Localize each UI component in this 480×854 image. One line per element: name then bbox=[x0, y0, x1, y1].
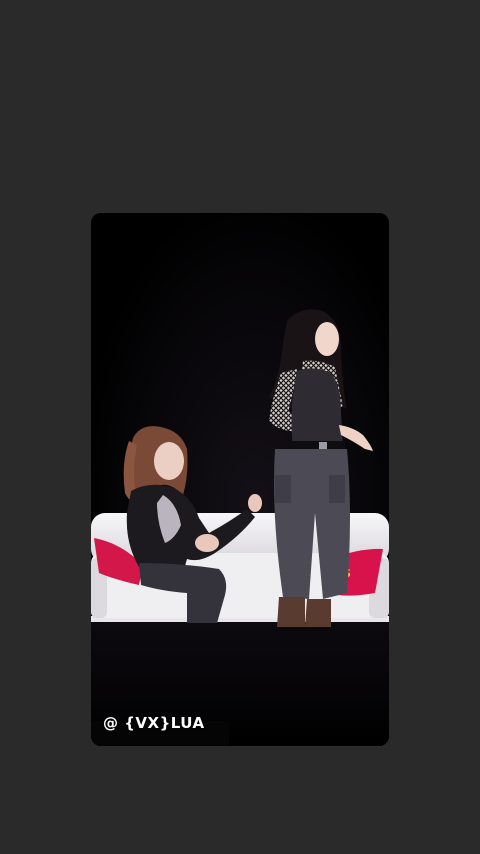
stage-scene: S bbox=[91, 213, 389, 746]
watermark-text: @ {VX}LUA bbox=[103, 714, 205, 732]
story-photo[interactable]: S bbox=[91, 213, 389, 746]
story-viewer: S bbox=[0, 0, 480, 854]
